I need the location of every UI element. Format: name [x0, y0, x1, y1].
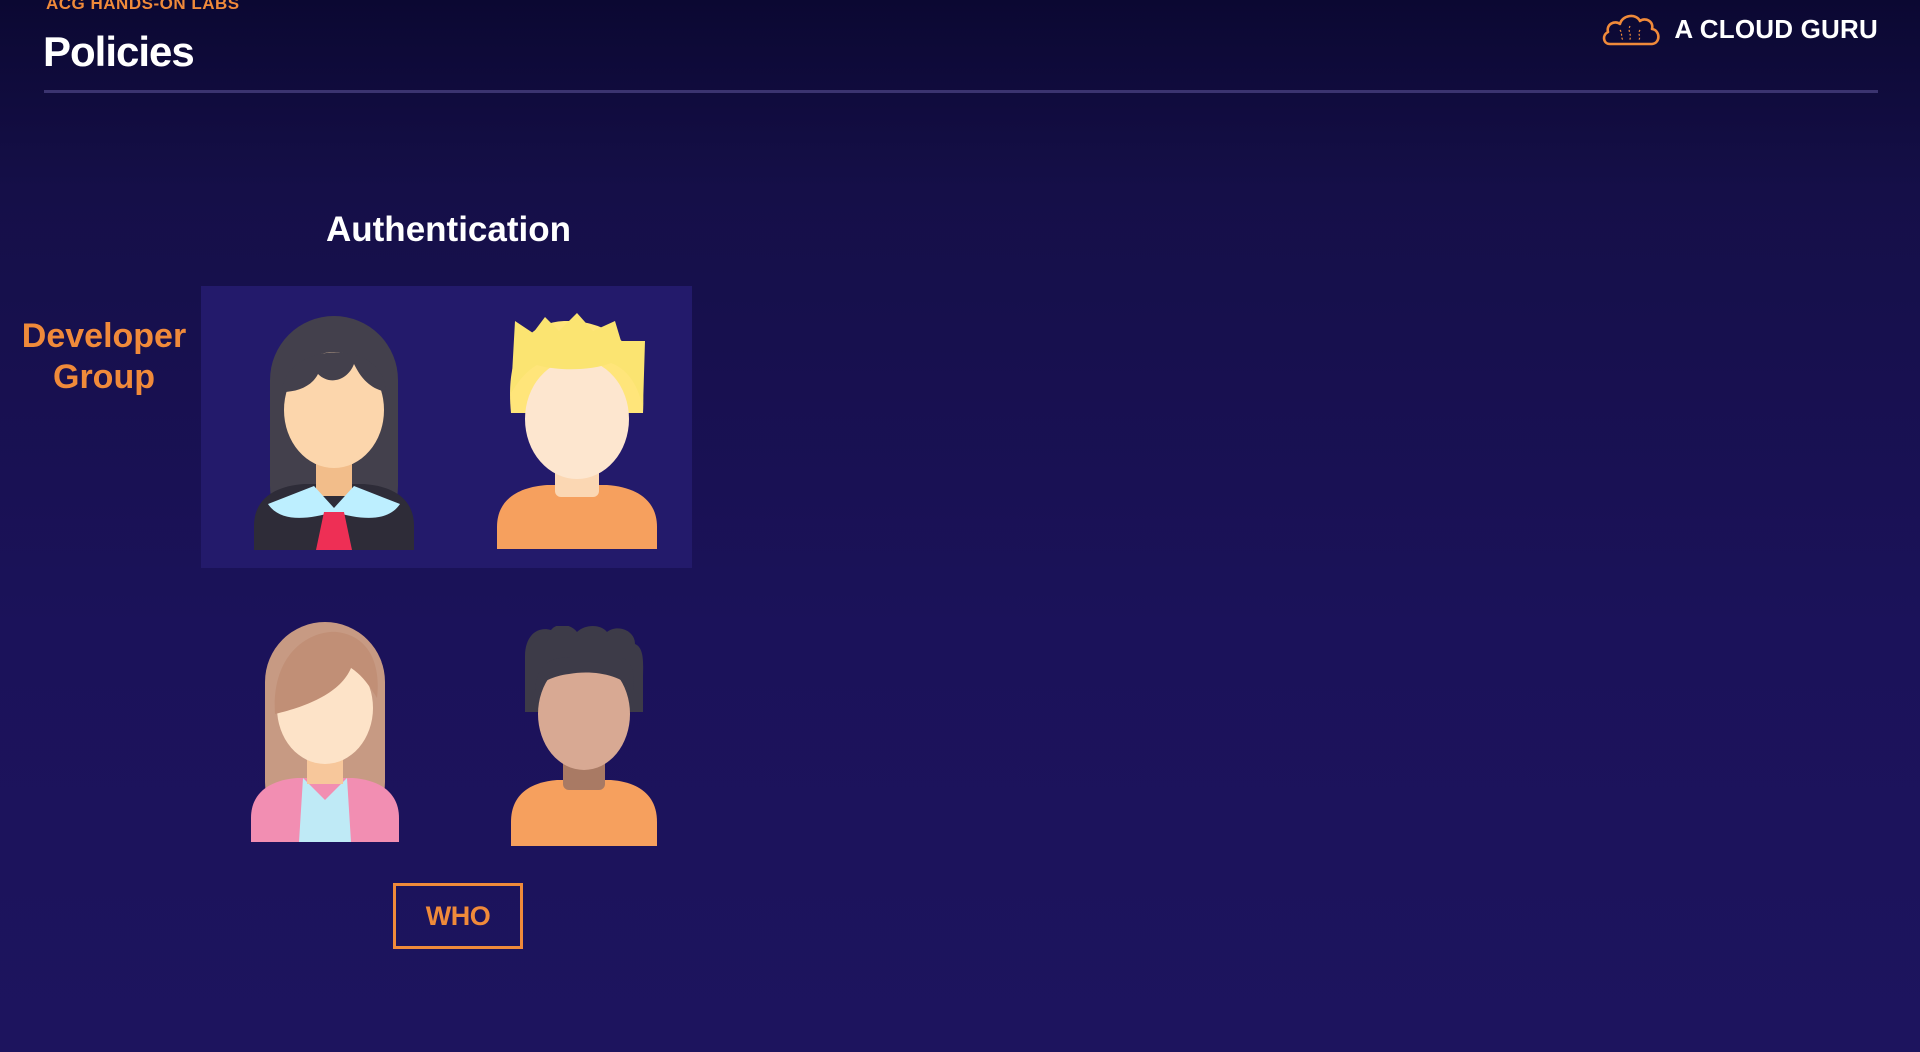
group-label: Developer Group	[12, 316, 196, 398]
man-blond-hair-avatar	[497, 313, 657, 549]
brand-logo: A CLOUD GURU	[1600, 10, 1878, 48]
course-eyebrow: ACG HANDS-ON LABS	[46, 0, 240, 13]
man-curly-hair-avatar	[511, 626, 657, 846]
woman-brown-hair-avatar	[251, 622, 399, 842]
woman-dark-hair-avatar	[254, 316, 414, 550]
cloud-icon	[1603, 14, 1661, 46]
who-label-box: WHO	[393, 883, 523, 949]
group-label-line2: Group	[53, 358, 155, 396]
header-divider	[44, 90, 1878, 93]
page-title: Policies	[43, 28, 195, 75]
section-title: Authentication	[326, 210, 571, 249]
brand-name: A CLOUD GURU	[1674, 13, 1878, 44]
group-label-line1: Developer	[21, 317, 187, 355]
